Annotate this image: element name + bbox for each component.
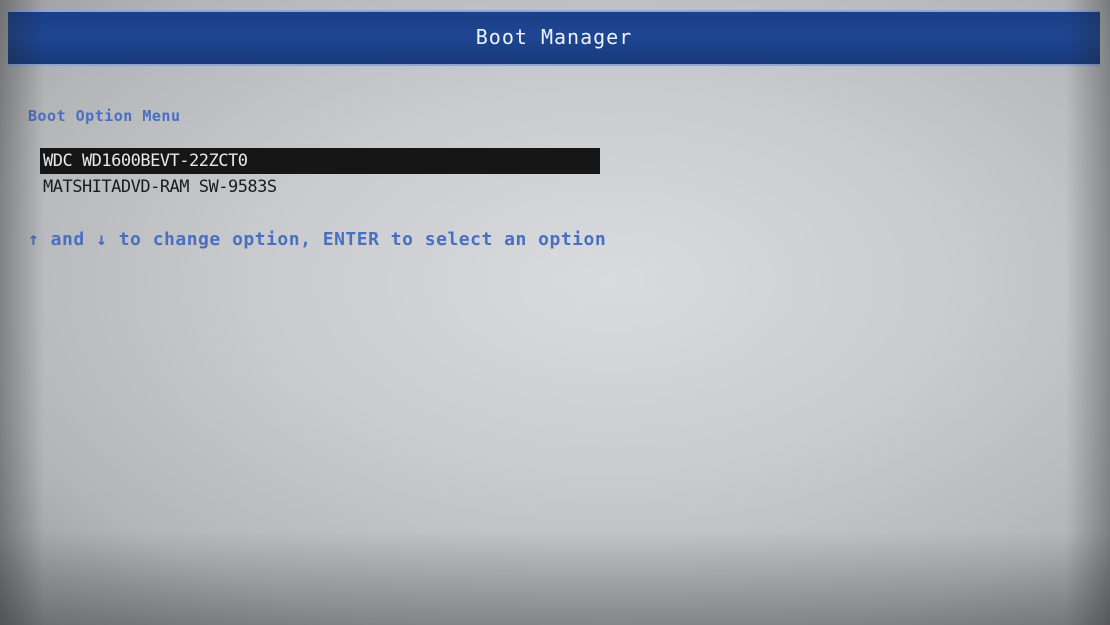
screen-vignette (0, 0, 1110, 625)
boot-option-hdd[interactable]: WDC WD1600BEVT-22ZCT0 (40, 148, 600, 174)
navigation-hint: ↑ and ↓ to change option, ENTER to selec… (28, 229, 607, 250)
boot-option-dvd[interactable]: MATSHITADVD-RAM SW-9583S (40, 174, 600, 200)
boot-option-menu-label: Boot Option Menu (28, 107, 181, 125)
title-bar: Boot Manager (8, 10, 1100, 66)
page-title: Boot Manager (475, 25, 633, 49)
boot-option-list: WDC WD1600BEVT-22ZCT0 MATSHITADVD-RAM SW… (40, 148, 600, 200)
bios-screen: Boot Manager Boot Option Menu WDC WD1600… (0, 0, 1110, 625)
